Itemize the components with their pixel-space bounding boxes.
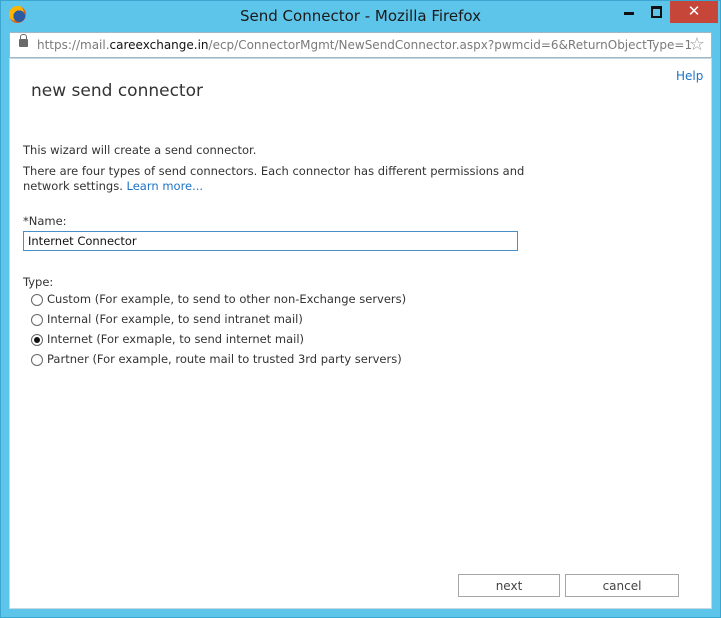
type-label: Type: <box>23 275 54 289</box>
url-prefix: https://mail. <box>37 38 110 52</box>
bookmark-star-icon[interactable]: ☆ <box>689 34 705 55</box>
maximize-button[interactable] <box>643 1 670 23</box>
window-title: Send Connector - Mozilla Firefox <box>240 7 481 25</box>
close-icon: ✕ <box>687 2 701 20</box>
address-bar[interactable]: https://mail.careexchange.in/ecp/Connect… <box>9 32 712 58</box>
minimize-button[interactable] <box>615 1 643 23</box>
cancel-button[interactable]: cancel <box>565 574 679 597</box>
description-line-1: There are four types of send connectors.… <box>23 164 525 178</box>
radio-internal[interactable] <box>31 314 43 326</box>
url-path: /ecp/ConnectorMgmt/NewSendConnector.aspx… <box>208 38 693 52</box>
name-label: *Name: <box>23 214 67 228</box>
radio-internal-label: Internal (For example, to send intranet … <box>47 312 303 326</box>
page-title: new send connector <box>31 81 203 101</box>
close-button[interactable]: ✕ <box>670 1 718 23</box>
url-text: https://mail.careexchange.in/ecp/Connect… <box>37 38 692 52</box>
browser-window: Send Connector - Mozilla Firefox ✕ https… <box>0 0 721 618</box>
next-button[interactable]: next <box>458 574 560 597</box>
title-bar: Send Connector - Mozilla Firefox ✕ <box>1 1 720 31</box>
radio-custom-label: Custom (For example, to send to other no… <box>47 292 407 306</box>
radio-custom[interactable] <box>31 294 43 306</box>
url-domain: careexchange.in <box>109 38 209 52</box>
radio-partner[interactable] <box>31 354 43 366</box>
intro-text: This wizard will create a send connector… <box>23 143 257 157</box>
learn-more-link[interactable]: Learn more... <box>127 179 204 193</box>
name-input[interactable] <box>23 231 518 251</box>
lock-icon <box>19 34 28 47</box>
help-link[interactable]: Help <box>676 69 703 83</box>
radio-internet-label: Internet (For exmaple, to send internet … <box>47 332 304 346</box>
radio-internet[interactable] <box>31 334 43 346</box>
maximize-icon <box>651 6 662 18</box>
description-text: network settings. <box>23 179 123 193</box>
minimize-icon <box>624 12 634 15</box>
radio-partner-label: Partner (For example, route mail to trus… <box>47 352 402 366</box>
description-line-2: network settings. Learn more... <box>23 178 203 194</box>
dialog-content: Help new send connector This wizard will… <box>9 58 712 609</box>
